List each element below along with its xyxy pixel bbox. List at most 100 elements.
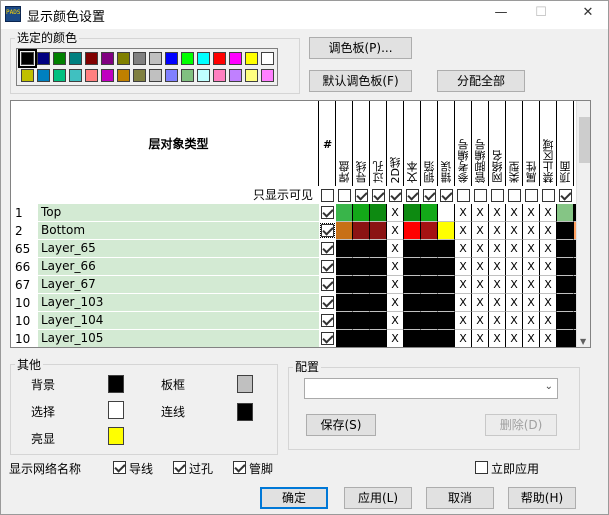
layer-color-cell[interactable]: X	[506, 204, 523, 222]
layer-color-cell[interactable]	[370, 258, 387, 276]
layer-visible-checkbox[interactable]	[321, 278, 334, 291]
layer-color-cell[interactable]: X	[506, 294, 523, 312]
layer-color-cell[interactable]: X	[472, 294, 489, 312]
layer-visible-checkbox[interactable]	[321, 314, 334, 327]
layer-color-cell[interactable]	[557, 294, 574, 312]
assign-all-button[interactable]: 分配全部	[437, 70, 525, 92]
layer-color-cell[interactable]: X	[455, 258, 472, 276]
column-header[interactable]: 焊盘	[336, 101, 353, 186]
layer-color-cell[interactable]: X	[489, 294, 506, 312]
layer-color-cell[interactable]	[353, 276, 370, 294]
column-visible-checkbox[interactable]	[389, 189, 402, 202]
layer-visible-checkbox[interactable]	[321, 206, 334, 219]
layer-name[interactable]: Bottom	[38, 222, 319, 240]
palette-swatch[interactable]	[69, 52, 82, 65]
layer-color-cell[interactable]	[438, 294, 455, 312]
layer-color-cell[interactable]	[353, 312, 370, 330]
layer-color-cell[interactable]	[370, 222, 387, 240]
layer-visible-checkbox[interactable]	[321, 296, 334, 309]
layer-color-cell[interactable]: X	[506, 312, 523, 330]
cancel-button[interactable]: 取消	[426, 487, 494, 509]
layer-color-cell[interactable]	[557, 222, 574, 240]
palette-swatch[interactable]	[197, 69, 210, 82]
layer-color-cell[interactable]: X	[540, 222, 557, 240]
palette-swatch[interactable]	[229, 52, 242, 65]
palette-swatch[interactable]	[53, 69, 66, 82]
layer-color-cell[interactable]	[557, 312, 574, 330]
layer-color-cell[interactable]	[370, 312, 387, 330]
layer-color-cell[interactable]: X	[455, 330, 472, 347]
palette-swatch[interactable]	[117, 52, 130, 65]
column-visible-checkbox[interactable]	[457, 189, 470, 202]
grid-scrollbar[interactable]: ▼	[576, 101, 590, 347]
layer-color-cell[interactable]: X	[455, 204, 472, 222]
layer-color-cell[interactable]: X	[472, 276, 489, 294]
layer-color-cell[interactable]: X	[523, 222, 540, 240]
layer-color-cell[interactable]	[421, 222, 438, 240]
layer-color-cell[interactable]: X	[455, 294, 472, 312]
layer-color-cell[interactable]	[336, 258, 353, 276]
layer-color-cell[interactable]: X	[489, 240, 506, 258]
board-frame-color-swatch[interactable]	[237, 375, 253, 393]
layer-color-cell[interactable]	[421, 294, 438, 312]
layer-visible-checkbox[interactable]	[321, 332, 334, 345]
layer-color-cell[interactable]: X	[472, 222, 489, 240]
layer-color-cell[interactable]: X	[489, 276, 506, 294]
default-palette-button[interactable]: 默认调色板(F)	[309, 70, 412, 92]
layer-color-cell[interactable]: X	[506, 258, 523, 276]
layer-color-cell[interactable]: X	[455, 276, 472, 294]
layer-color-cell[interactable]: X	[523, 276, 540, 294]
layer-color-cell[interactable]: X	[387, 276, 404, 294]
layer-color-cell[interactable]: X	[387, 330, 404, 347]
palette-swatch[interactable]	[213, 69, 226, 82]
palette-swatch[interactable]	[101, 52, 114, 65]
connection-color-swatch[interactable]	[237, 403, 253, 421]
palette-swatch[interactable]	[213, 52, 226, 65]
maximize-button[interactable]: ☐	[529, 5, 553, 25]
layer-color-cell[interactable]	[353, 330, 370, 347]
column-visible-checkbox[interactable]	[525, 189, 538, 202]
layer-color-cell[interactable]	[404, 204, 421, 222]
layer-color-cell[interactable]	[353, 204, 370, 222]
background-color-swatch[interactable]	[108, 375, 124, 393]
layer-color-cell[interactable]	[370, 330, 387, 347]
palette-swatch[interactable]	[261, 69, 274, 82]
layer-color-cell[interactable]: X	[489, 204, 506, 222]
layer-color-cell[interactable]: X	[472, 240, 489, 258]
layer-visible-checkbox[interactable]	[321, 242, 334, 255]
layer-color-cell[interactable]: X	[387, 222, 404, 240]
column-visible-checkbox[interactable]	[440, 189, 453, 202]
column-visible-checkbox[interactable]	[423, 189, 436, 202]
pin-checkbox[interactable]	[233, 461, 246, 474]
layer-color-cell[interactable]: X	[472, 330, 489, 347]
layer-color-cell[interactable]: X	[523, 240, 540, 258]
layer-color-cell[interactable]	[336, 240, 353, 258]
layer-color-cell[interactable]	[370, 294, 387, 312]
layer-color-cell[interactable]	[557, 204, 574, 222]
layer-color-cell[interactable]: X	[472, 312, 489, 330]
layer-color-cell[interactable]	[336, 294, 353, 312]
column-visible-checkbox[interactable]	[338, 189, 351, 202]
palette-swatch[interactable]	[53, 52, 66, 65]
palette-swatch[interactable]	[245, 52, 258, 65]
palette-swatch[interactable]	[117, 69, 130, 82]
layer-color-cell[interactable]: X	[540, 258, 557, 276]
highlight-color-swatch[interactable]	[108, 427, 124, 445]
layer-color-cell[interactable]	[404, 222, 421, 240]
save-button[interactable]: 保存(S)	[306, 414, 376, 436]
layer-color-cell[interactable]: X	[540, 330, 557, 347]
via-checkbox[interactable]	[173, 461, 186, 474]
column-header[interactable]: 类型	[506, 101, 523, 186]
layer-color-cell[interactable]: X	[455, 312, 472, 330]
trace-checkbox[interactable]	[113, 461, 126, 474]
layer-color-cell[interactable]: X	[472, 258, 489, 276]
layer-color-cell[interactable]: X	[387, 312, 404, 330]
layer-color-cell[interactable]	[370, 276, 387, 294]
layer-color-cell[interactable]: X	[506, 240, 523, 258]
column-header[interactable]: 属性	[523, 101, 540, 186]
palette-swatch[interactable]	[165, 69, 178, 82]
layer-color-cell[interactable]	[421, 258, 438, 276]
layer-name[interactable]: Layer_104	[38, 312, 319, 330]
palette-swatch[interactable]	[149, 69, 162, 82]
layer-color-cell[interactable]	[404, 258, 421, 276]
